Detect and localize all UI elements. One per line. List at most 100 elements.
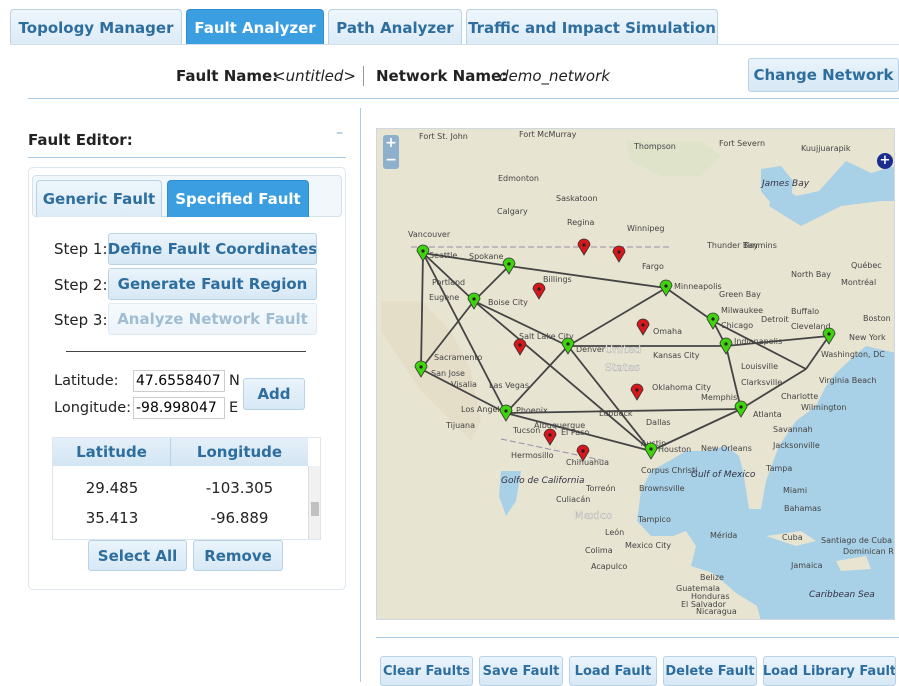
- map-place-label: Boise City: [488, 298, 528, 307]
- map-view[interactable]: Fort St. John Fort McMurray Thompson Fort S…: [376, 128, 895, 620]
- map-place-label: Québec: [851, 260, 882, 270]
- marker-dot: [504, 409, 508, 413]
- map-place-label: Brownsville: [639, 484, 685, 493]
- map-place-label: Houston: [658, 445, 691, 454]
- map-place-label: Golfo de California: [501, 476, 585, 486]
- map-place-label: Fort St. John: [419, 132, 468, 141]
- tab-bar-divider: [10, 44, 899, 45]
- map-place-label: Lubbock: [599, 409, 633, 418]
- longitude-input[interactable]: [133, 397, 225, 419]
- zoom-control: + −: [383, 135, 399, 169]
- marker-dot: [582, 243, 586, 247]
- steps-divider: [66, 351, 306, 352]
- generate-fault-region-button[interactable]: Generate Fault Region: [108, 268, 317, 300]
- latitude-input[interactable]: [133, 370, 225, 392]
- table-scrollbar[interactable]: [308, 466, 320, 539]
- collapse-icon[interactable]: –: [336, 125, 343, 141]
- map-place-label: Montréal: [841, 277, 876, 287]
- tab-path-analyzer[interactable]: Path Analyzer: [328, 9, 462, 45]
- latitude-suffix: N: [229, 373, 240, 389]
- map-place-label: Portland: [432, 278, 465, 287]
- map-place-label: Fort Severn: [719, 139, 765, 148]
- map-place-label: Tampa: [765, 464, 792, 473]
- tab-traffic-impact-simulation[interactable]: Traffic and Impact Simulation: [466, 9, 718, 45]
- longitude-column-header[interactable]: Longitude: [171, 438, 308, 466]
- map-place-label: Virginia Beach: [819, 376, 877, 385]
- step-3-label: Step 3:: [54, 311, 108, 329]
- map-place-label: Atlanta: [753, 410, 782, 419]
- map-place-label: Detroit: [761, 315, 789, 324]
- latitude-label: Latitude:: [54, 373, 119, 389]
- header-divider: [28, 98, 899, 99]
- network-name-label: Network Name:: [376, 67, 508, 85]
- map-place-label: Jamaica: [790, 561, 823, 570]
- map-place-label: Charlotte: [781, 392, 818, 401]
- add-button[interactable]: Add: [243, 378, 305, 410]
- map-place-label: Caribbean Sea: [809, 590, 875, 600]
- map-place-label: Chicago: [721, 321, 753, 330]
- marker-dot: [507, 262, 511, 266]
- map-place-label: Jacksonville: [772, 441, 820, 450]
- analyze-network-fault-button[interactable]: Analyze Network Fault: [108, 303, 317, 335]
- subtab-specified-fault[interactable]: Specified Fault: [167, 180, 309, 217]
- select-all-button[interactable]: Select All: [88, 540, 187, 571]
- map-place-label: Belize: [700, 573, 724, 582]
- longitude-label: Longitude:: [54, 400, 132, 416]
- longitude-suffix: E: [229, 400, 239, 416]
- marker-dot: [827, 332, 831, 336]
- map-place-label: Santiago de Cuba: [821, 536, 892, 545]
- map-place-label: Indianapolis: [734, 337, 782, 346]
- map-place-label: Phoenix: [516, 406, 548, 415]
- map-place-label: Oklahoma City: [652, 383, 711, 392]
- table-cell-longitude: -103.305: [205, 479, 274, 497]
- map-place-label: North Bay: [791, 270, 831, 279]
- remove-button[interactable]: Remove: [193, 540, 283, 571]
- map-place-label: Bahamas: [784, 504, 821, 513]
- map-place-label: Acapulco: [591, 562, 627, 571]
- map-place-label: Washington, DC: [821, 350, 885, 359]
- marker-dot: [649, 447, 653, 451]
- table-cell-latitude: 35.413: [85, 509, 139, 527]
- map-place-label: Clarksville: [741, 378, 782, 387]
- marker-dot: [518, 343, 522, 347]
- step-2-label: Step 2:: [54, 276, 108, 294]
- map-place-label: Gulf of Mexico: [691, 470, 756, 480]
- zoom-in-button[interactable]: +: [383, 135, 399, 152]
- marker-dot: [617, 250, 621, 254]
- map-place-label: Omaha: [653, 327, 682, 336]
- map-place-label: Corpus Christi: [641, 466, 697, 475]
- map-place-label: Billings: [543, 275, 572, 284]
- coordinates-table: Latitude Longitude 29.485 -103.305 35.41…: [52, 437, 321, 540]
- map-place-label: Memphis: [701, 393, 737, 402]
- map-place-label: Saskatoon: [556, 194, 598, 203]
- zoom-out-button[interactable]: −: [383, 152, 399, 169]
- map-place-label: El Paso: [561, 428, 589, 437]
- map-place-label: Eugene: [429, 293, 459, 302]
- map-place-label: Torreón: [585, 483, 616, 493]
- table-cell-latitude: 29.485: [85, 479, 139, 497]
- scrollbar-thumb[interactable]: [311, 502, 319, 516]
- tab-topology-manager[interactable]: Topology Manager: [10, 9, 182, 45]
- fault-editor-title: Fault Editor:: [28, 131, 133, 149]
- map-place-label: Chihuahua: [566, 458, 609, 467]
- map-place-label: Dallas: [646, 418, 671, 427]
- map-place-label: Vancouver: [408, 230, 451, 239]
- latitude-column-header[interactable]: Latitude: [53, 438, 171, 466]
- map-canvas[interactable]: Fort St. John Fort McMurray Thompson Fort S…: [377, 129, 895, 620]
- map-place-label: Seattle: [429, 251, 457, 260]
- map-place-label: Dominican Rep.: [843, 547, 895, 556]
- map-place-label: Visalia: [451, 380, 477, 389]
- layer-switcher-icon[interactable]: +: [877, 153, 893, 169]
- tab-fault-analyzer[interactable]: Fault Analyzer: [186, 9, 324, 45]
- map-place-label: Cuba: [782, 533, 803, 542]
- map-place-label: Culiacán: [556, 495, 590, 504]
- subtab-generic-fault[interactable]: Generic Fault: [36, 180, 162, 217]
- define-fault-coordinates-button[interactable]: Define Fault Coordinates: [108, 233, 317, 265]
- change-network-button[interactable]: Change Network: [748, 58, 899, 92]
- network-name-value: demo_network: [499, 67, 610, 85]
- map-place-label: James Bay: [760, 179, 810, 189]
- map-place-label: Tucson: [512, 426, 540, 435]
- map-place-label: Miami: [783, 486, 807, 495]
- map-place-label: Mérida: [710, 530, 737, 540]
- map-place-label: Milwaukee: [721, 306, 763, 315]
